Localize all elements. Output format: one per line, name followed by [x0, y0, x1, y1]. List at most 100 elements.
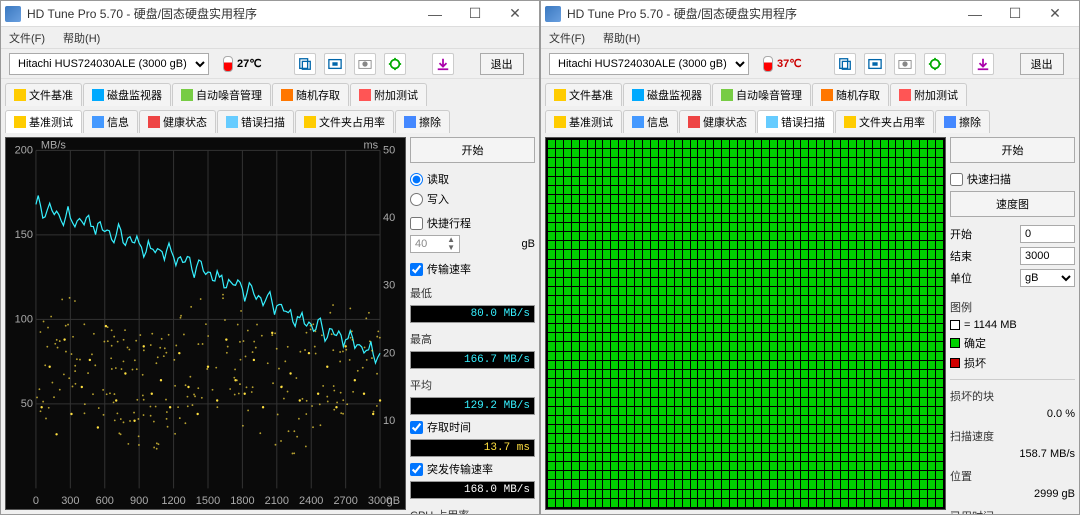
copy-text-icon[interactable] [294, 53, 316, 75]
legend-ok-icon [950, 338, 960, 348]
tab-erase[interactable]: 擦除 [395, 110, 450, 133]
tab-benchmark[interactable]: 基准测试 [545, 110, 622, 133]
menu-file[interactable]: 文件(F) [5, 28, 49, 48]
copy-screenshot-icon[interactable] [864, 53, 886, 75]
access-value: 13.7 ms [410, 439, 535, 457]
menubar: 文件(F) 帮助(H) [541, 27, 1079, 49]
tab-info[interactable]: 信息 [83, 110, 138, 133]
benchmark-chart: 0300600900120015001800210024002700300050… [5, 137, 406, 510]
unit-label: 单位 [950, 270, 972, 286]
thermometer-icon [763, 56, 773, 72]
tabs-row2: 基准测试 信息 健康状态 错误扫描 文件夹占用率 擦除 [1, 106, 539, 133]
svg-text:10: 10 [383, 415, 395, 427]
radio-read[interactable]: 读取 [410, 171, 535, 187]
tabs-row1: 文件基准 磁盘监视器 自动噪音管理 随机存取 附加测试 [1, 79, 539, 106]
avg-value: 129.2 MB/s [410, 397, 535, 415]
tab-random-access[interactable]: 随机存取 [812, 83, 889, 106]
tab-disk-monitor[interactable]: 磁盘监视器 [623, 83, 711, 106]
tab-folder-usage[interactable]: 文件夹占用率 [295, 110, 394, 133]
start-label: 开始 [950, 226, 972, 242]
tab-file-benchmark[interactable]: 文件基准 [545, 83, 622, 106]
drive-select[interactable]: Hitachi HUS724030ALE (3000 gB) [549, 53, 749, 75]
svg-text:900: 900 [130, 495, 148, 507]
options-icon[interactable] [924, 53, 946, 75]
tab-error-scan[interactable]: 错误扫描 [757, 110, 834, 133]
radio-write[interactable]: 写入 [410, 191, 535, 207]
screenshot-icon[interactable] [894, 53, 916, 75]
menu-help[interactable]: 帮助(H) [599, 28, 644, 48]
speed-value: 158.7 MB/s [950, 448, 1075, 460]
svg-text:MB/s: MB/s [41, 139, 66, 151]
svg-text:2700: 2700 [333, 495, 357, 507]
access-time-check[interactable]: 存取时间 [410, 419, 535, 435]
temp-badge: 27℃ [217, 54, 268, 74]
drive-select[interactable]: Hitachi HUS724030ALE (3000 gB) [9, 53, 209, 75]
menu-help[interactable]: 帮助(H) [59, 28, 104, 48]
tab-info[interactable]: 信息 [623, 110, 678, 133]
legend-block-icon [950, 320, 960, 330]
close-button[interactable]: ✕ [495, 1, 535, 27]
tab-disk-monitor[interactable]: 磁盘监视器 [83, 83, 171, 106]
elapsed-label: 已用时间 [950, 508, 1075, 514]
screenshot-icon[interactable] [354, 53, 376, 75]
tab-health[interactable]: 健康状态 [679, 110, 756, 133]
benchmark-content: 0300600900120015001800210024002700300050… [1, 133, 539, 514]
tab-benchmark[interactable]: 基准测试 [5, 110, 82, 133]
shortstroke-check[interactable]: 快捷行程 [410, 215, 535, 231]
app-icon [545, 6, 561, 22]
close-button[interactable]: ✕ [1035, 1, 1075, 27]
tab-aam[interactable]: 自动噪音管理 [172, 83, 271, 106]
svg-text:1500: 1500 [196, 495, 220, 507]
speedmap-button[interactable]: 速度图 [950, 191, 1075, 217]
damaged-value: 0.0 % [950, 408, 1075, 420]
tab-aam[interactable]: 自动噪音管理 [712, 83, 811, 106]
options-icon[interactable] [384, 53, 406, 75]
benchmark-sidepanel: 开始 读取 写入 快捷行程 40▲▼gB 传输速率 最低 80.0 MB/s 最… [410, 137, 535, 510]
legend-ok-text: 确定 [964, 335, 986, 351]
end-input[interactable] [1020, 247, 1075, 265]
start-button[interactable]: 开始 [950, 137, 1075, 163]
copy-text-icon[interactable] [834, 53, 856, 75]
save-icon[interactable] [972, 53, 994, 75]
tab-extra-tests[interactable]: 附加测试 [350, 83, 427, 106]
window-benchmark: HD Tune Pro 5.70 - 硬盘/固态硬盘实用程序 — ☐ ✕ 文件(… [0, 0, 540, 515]
maximize-button[interactable]: ☐ [995, 1, 1035, 27]
titlebar: HD Tune Pro 5.70 - 硬盘/固态硬盘实用程序 — ☐ ✕ [541, 1, 1079, 27]
exit-button[interactable]: 退出 [1020, 53, 1064, 75]
legend-label: 图例 [950, 299, 1075, 315]
tab-health[interactable]: 健康状态 [139, 110, 216, 133]
tabs-row1: 文件基准 磁盘监视器 自动噪音管理 随机存取 附加测试 [541, 79, 1079, 106]
shortstroke-value[interactable]: 40▲▼ [410, 235, 460, 253]
start-button[interactable]: 开始 [410, 137, 535, 163]
min-value: 80.0 MB/s [410, 305, 535, 323]
temp-value: 27℃ [237, 57, 262, 70]
burst-rate-check[interactable]: 突发传输速率 [410, 461, 535, 477]
transfer-rate-check[interactable]: 传输速率 [410, 261, 535, 277]
exit-button[interactable]: 退出 [480, 53, 524, 75]
svg-text:600: 600 [96, 495, 114, 507]
svg-text:20: 20 [383, 347, 395, 359]
tab-file-benchmark[interactable]: 文件基准 [5, 83, 82, 106]
minimize-button[interactable]: — [955, 1, 995, 27]
unit-select[interactable]: gB [1020, 269, 1075, 287]
copy-screenshot-icon[interactable] [324, 53, 346, 75]
svg-text:ms: ms [363, 139, 378, 151]
svg-text:0: 0 [33, 495, 39, 507]
menu-file[interactable]: 文件(F) [545, 28, 589, 48]
window-title: HD Tune Pro 5.70 - 硬盘/固态硬盘实用程序 [27, 5, 415, 22]
tab-folder-usage[interactable]: 文件夹占用率 [835, 110, 934, 133]
start-input[interactable] [1020, 225, 1075, 243]
svg-text:40: 40 [383, 212, 395, 224]
tab-extra-tests[interactable]: 附加测试 [890, 83, 967, 106]
maximize-button[interactable]: ☐ [455, 1, 495, 27]
toolbar: Hitachi HUS724030ALE (3000 gB) 37℃ 退出 [541, 49, 1079, 79]
save-icon[interactable] [432, 53, 454, 75]
tab-error-scan[interactable]: 错误扫描 [217, 110, 294, 133]
quickscan-check[interactable]: 快速扫描 [950, 171, 1075, 187]
tab-erase[interactable]: 擦除 [935, 110, 990, 133]
scan-grid [545, 137, 946, 510]
max-label: 最高 [410, 331, 535, 347]
svg-text:gB: gB [387, 495, 400, 507]
minimize-button[interactable]: — [415, 1, 455, 27]
tab-random-access[interactable]: 随机存取 [272, 83, 349, 106]
